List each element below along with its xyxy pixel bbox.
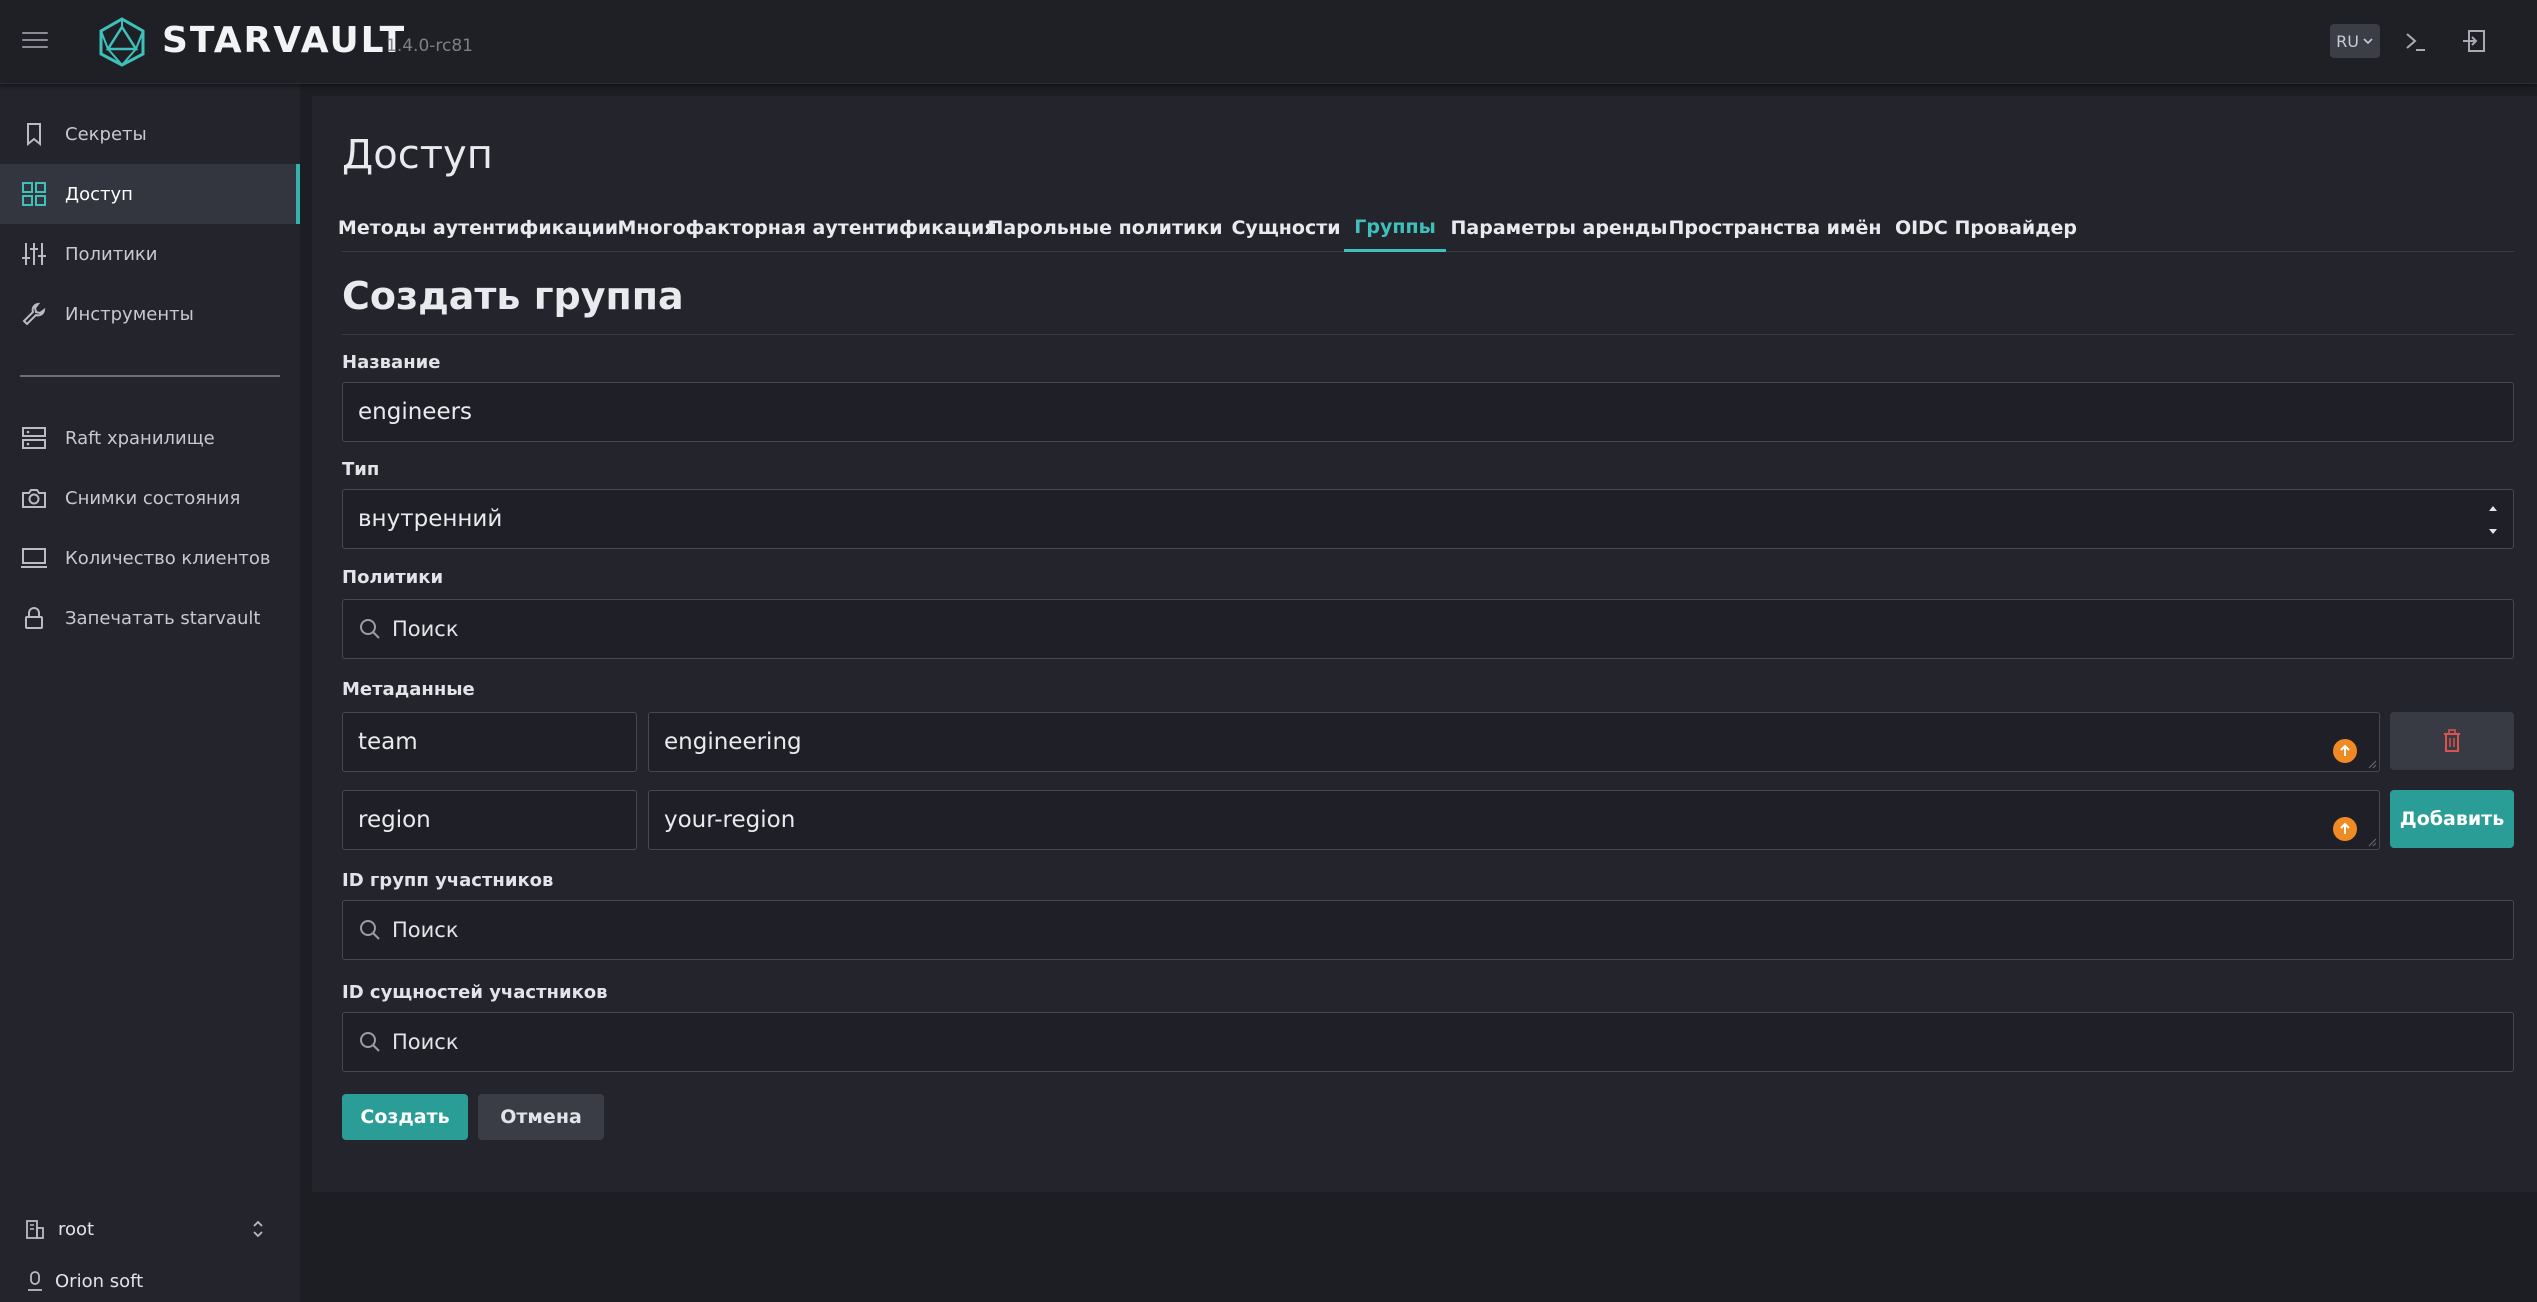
- delete-metadata-button[interactable]: [2390, 712, 2514, 770]
- chevron-down-icon: [2363, 38, 2373, 45]
- tab-mfa[interactable]: Многофакторная аутентификация: [617, 204, 996, 252]
- policies-label: Политики: [342, 567, 444, 588]
- metadata-key-field[interactable]: team: [342, 712, 637, 772]
- policies-search-input[interactable]: Поиск: [342, 599, 2514, 659]
- type-label: Тип: [342, 459, 380, 480]
- metadata-key: team: [358, 729, 418, 755]
- sidebar-item-seal[interactable]: Запечатать starvault: [0, 588, 300, 648]
- form-title: Создать группа: [342, 274, 684, 318]
- top-bar: STARVAULT 1.4.0-rc81 RU: [0, 0, 2537, 84]
- sidebar-divider: [20, 375, 280, 377]
- namespace-picker[interactable]: root: [0, 1209, 300, 1249]
- search-icon: [360, 619, 380, 639]
- chevron-updown-icon: [253, 1220, 263, 1238]
- member-groups-search-input[interactable]: Поиск: [342, 900, 2514, 960]
- add-metadata-button[interactable]: Добавить: [2390, 790, 2514, 848]
- grid-icon: [22, 182, 46, 206]
- user-icon: [28, 1271, 42, 1291]
- metadata-key: region: [358, 807, 431, 833]
- sidebar: Секреты Доступ Политики Инструменты Raft…: [0, 84, 300, 1302]
- sidebar-item-label: Инструменты: [65, 303, 194, 325]
- version-label: 1.4.0-rc81: [386, 36, 473, 56]
- sign-out-icon[interactable]: [2460, 26, 2490, 56]
- camera-icon: [22, 489, 46, 508]
- monitor-icon: [21, 548, 47, 568]
- metadata-value: your-region: [664, 807, 796, 833]
- metadata-value-field[interactable]: your-region: [648, 790, 2380, 850]
- name-field[interactable]: engineers: [342, 382, 2514, 442]
- cancel-button[interactable]: Отмена: [478, 1094, 604, 1140]
- create-button[interactable]: Создать: [342, 1094, 468, 1140]
- starvault-logo-icon: [99, 17, 145, 67]
- type-select[interactable]: внутренний: [342, 489, 2514, 549]
- type-value: внутренний: [358, 506, 503, 532]
- search-icon: [360, 920, 380, 940]
- member-groups-label: ID групп участников: [342, 870, 554, 891]
- sidebar-item-client-count[interactable]: Количество клиентов: [0, 528, 300, 588]
- brand-name: STARVAULT: [162, 20, 407, 61]
- sidebar-item-raft-storage[interactable]: Raft хранилище: [0, 408, 300, 468]
- sidebar-item-label: Запечатать starvault: [65, 607, 261, 629]
- metadata-key-field[interactable]: region: [342, 790, 637, 850]
- tab-oidc-provider[interactable]: OIDC Провайдер: [1892, 204, 2080, 252]
- section-divider: [342, 334, 2514, 335]
- search-placeholder: Поиск: [392, 918, 459, 942]
- language-select[interactable]: RU: [2330, 24, 2380, 58]
- member-entities-search-input[interactable]: Поиск: [342, 1012, 2514, 1072]
- server-icon: [22, 427, 46, 449]
- terminal-icon[interactable]: [2401, 26, 2431, 56]
- search-icon: [360, 1032, 380, 1052]
- sidebar-item-label: Доступ: [65, 183, 133, 205]
- sidebar-item-snapshots[interactable]: Снимки состояния: [0, 468, 300, 528]
- metadata-value: engineering: [664, 729, 802, 755]
- org-row: Orion soft: [0, 1261, 300, 1301]
- resize-handle-icon[interactable]: [2367, 837, 2377, 847]
- lock-icon: [25, 607, 43, 629]
- namespace-label: root: [58, 1218, 95, 1240]
- tab-password-policies[interactable]: Парольные политики: [987, 204, 1222, 252]
- sidebar-item-label: Политики: [65, 243, 158, 265]
- warning-icon[interactable]: [2333, 739, 2357, 763]
- wrench-icon: [22, 302, 46, 326]
- org-label: Orion soft: [55, 1270, 144, 1292]
- tab-entities[interactable]: Сущности: [1228, 204, 1344, 252]
- name-label: Название: [342, 352, 441, 373]
- sidebar-item-tools[interactable]: Инструменты: [0, 284, 300, 344]
- select-arrows-icon: [2489, 506, 2497, 534]
- sidebar-item-policies[interactable]: Политики: [0, 224, 300, 284]
- member-entities-label: ID сущностей участников: [342, 982, 608, 1003]
- search-placeholder: Поиск: [392, 1030, 459, 1054]
- building-icon: [26, 1220, 44, 1239]
- trash-icon: [2444, 729, 2460, 752]
- sidebar-item-label: Снимки состояния: [65, 487, 241, 509]
- page-title: Доступ: [342, 132, 493, 178]
- tab-namespaces[interactable]: Пространства имён: [1669, 204, 1882, 252]
- tab-lease-params[interactable]: Параметры аренды: [1451, 204, 1668, 252]
- sliders-icon: [22, 243, 46, 265]
- tab-groups[interactable]: Группы: [1344, 204, 1446, 252]
- sidebar-item-label: Raft хранилище: [65, 427, 215, 449]
- sidebar-item-secrets[interactable]: Секреты: [0, 104, 300, 164]
- main-panel: Доступ Методы аутентификации Многофактор…: [312, 96, 2537, 1192]
- resize-handle-icon[interactable]: [2367, 759, 2377, 769]
- name-value: engineers: [358, 399, 473, 425]
- warning-icon[interactable]: [2333, 817, 2357, 841]
- tab-bar: Методы аутентификации Многофакторная аут…: [338, 204, 2514, 252]
- bookmark-icon: [27, 123, 41, 147]
- sidebar-item-access[interactable]: Доступ: [0, 164, 300, 224]
- sidebar-item-label: Секреты: [65, 123, 147, 145]
- language-value: RU: [2336, 31, 2359, 51]
- tab-auth-methods[interactable]: Методы аутентификации: [338, 204, 618, 252]
- sidebar-item-label: Количество клиентов: [65, 547, 271, 569]
- metadata-label: Метаданные: [342, 679, 475, 700]
- menu-icon[interactable]: [22, 32, 48, 52]
- metadata-value-field[interactable]: engineering: [648, 712, 2380, 772]
- search-placeholder: Поиск: [392, 617, 459, 641]
